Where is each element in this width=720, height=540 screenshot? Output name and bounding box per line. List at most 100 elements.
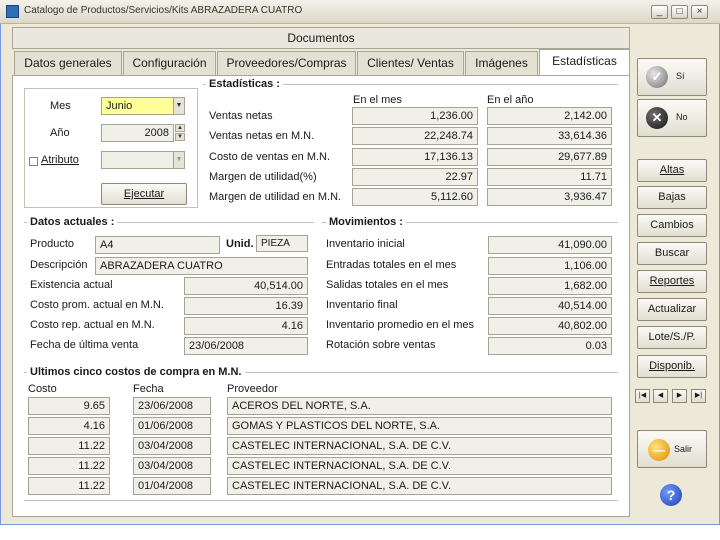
fecha-row-5: 01/04/2008 bbox=[133, 477, 211, 495]
mes-label: Mes bbox=[50, 100, 71, 112]
altas-button[interactable]: Altas bbox=[637, 159, 707, 182]
app-icon bbox=[6, 5, 19, 18]
producto-label: Producto bbox=[30, 238, 75, 250]
documentos-header[interactable]: Documentos bbox=[12, 27, 630, 49]
col-fecha: Fecha bbox=[133, 383, 164, 395]
existencia-field: 40,514.00 bbox=[184, 277, 308, 295]
rotacion-label: Rotación sobre ventas bbox=[326, 339, 436, 351]
margen-pct-mes: 22.97 bbox=[352, 168, 478, 186]
costo-row-5: 11.22 bbox=[28, 477, 110, 495]
close-button[interactable]: × bbox=[691, 5, 708, 19]
entradas-field: 1,106.00 bbox=[488, 257, 612, 275]
margen-mn-mes: 5,112.60 bbox=[352, 188, 478, 206]
mes-dropdown-icon[interactable]: ▼ bbox=[173, 98, 184, 114]
ventas-netas-mn-anio: 33,614.36 bbox=[487, 127, 612, 145]
datos-actuales-title: Datos actuales : bbox=[27, 216, 118, 228]
costo-ventas-anio: 29,677.89 bbox=[487, 148, 612, 166]
entradas-label: Entradas totales en el mes bbox=[326, 259, 457, 271]
margen-pct-anio: 11.71 bbox=[487, 168, 612, 186]
help-icon[interactable]: ? bbox=[660, 484, 682, 506]
rotacion-field: 0.03 bbox=[488, 337, 612, 355]
anio-up-icon[interactable]: ▲ bbox=[175, 124, 185, 132]
tab-configuracion[interactable]: Configuración bbox=[123, 51, 216, 75]
margen-pct-label: Margen de utilidad(%) bbox=[209, 171, 317, 183]
salidas-field: 1,682.00 bbox=[488, 277, 612, 295]
salir-button[interactable]: — Salir bbox=[637, 430, 707, 468]
costo-prom-label: Costo prom. actual en M.N. bbox=[30, 299, 164, 311]
tab-proveedores-compras[interactable]: Proveedores/Compras bbox=[217, 51, 356, 75]
proveedor-row-2: GOMAS Y PLASTICOS DEL NORTE, S.A. bbox=[227, 417, 612, 435]
costo-ventas-label: Costo de ventas en M.N. bbox=[209, 151, 331, 163]
tab-estadisticas[interactable]: Estadísticas bbox=[539, 49, 630, 76]
nav-last-icon[interactable]: ▶| bbox=[691, 389, 706, 403]
margen-mn-label: Margen de utilidad en M.N. bbox=[209, 191, 342, 203]
minimize-button[interactable]: _ bbox=[651, 5, 668, 19]
bajas-button[interactable]: Bajas bbox=[637, 186, 707, 209]
proveedor-row-3: CASTELEC INTERNACIONAL, S.A. DE C.V. bbox=[227, 437, 612, 455]
inventario-inicial-field: 41,090.00 bbox=[488, 236, 612, 254]
costo-rep-field: 4.16 bbox=[184, 317, 308, 335]
reportes-button[interactable]: Reportes bbox=[637, 270, 707, 293]
x-icon: ✕ bbox=[646, 107, 668, 129]
si-button[interactable]: ✓ Sí bbox=[637, 58, 707, 96]
anio-down-icon[interactable]: ▼ bbox=[175, 133, 185, 141]
check-icon: ✓ bbox=[646, 66, 668, 88]
fecha-row-4: 03/04/2008 bbox=[133, 457, 211, 475]
nav-first-icon[interactable]: |◀ bbox=[635, 389, 650, 403]
costo-row-3: 11.22 bbox=[28, 437, 110, 455]
nav-prev-icon[interactable]: ◀ bbox=[653, 389, 668, 403]
salidas-label: Salidas totales en el mes bbox=[326, 279, 449, 291]
costos-title: Ultimos cinco costos de compra en M.N. bbox=[27, 366, 245, 378]
si-label: Sí bbox=[676, 71, 685, 81]
fecha-ultima-venta-field: 23/06/2008 bbox=[184, 337, 308, 355]
cambios-button[interactable]: Cambios bbox=[637, 214, 707, 237]
unidad-field: PIEZA bbox=[256, 235, 308, 252]
costo-rep-label: Costo rep. actual en M.N. bbox=[30, 319, 155, 331]
existencia-label: Existencia actual bbox=[30, 279, 113, 291]
atributo-dropdown-icon[interactable]: ▼ bbox=[173, 152, 184, 168]
tab-imagenes[interactable]: Imágenes bbox=[465, 51, 538, 75]
nav-next-icon[interactable]: ▶ bbox=[672, 389, 687, 403]
ventas-netas-mes: 1,236.00 bbox=[352, 107, 478, 125]
tab-clientes-ventas[interactable]: Clientes/ Ventas bbox=[357, 51, 464, 75]
mes-value: Junio bbox=[106, 100, 133, 112]
ejecutar-button[interactable]: Ejecutar bbox=[101, 183, 187, 205]
anio-input[interactable]: 2008 bbox=[101, 124, 174, 142]
no-button[interactable]: ✕ No bbox=[637, 99, 707, 137]
buscar-button[interactable]: Buscar bbox=[637, 242, 707, 265]
tab-datos-generales[interactable]: Datos generales bbox=[14, 51, 122, 75]
salir-label: Salir bbox=[674, 444, 693, 454]
col-costo: Costo bbox=[28, 383, 57, 395]
exit-icon: — bbox=[648, 439, 670, 461]
inventario-inicial-label: Inventario inicial bbox=[326, 238, 405, 250]
costo-prom-field: 16.39 bbox=[184, 297, 308, 315]
atributo-label: Atributo bbox=[41, 154, 79, 166]
inventario-promedio-field: 40,802.00 bbox=[488, 317, 612, 335]
descripcion-label: Descripción bbox=[30, 259, 88, 271]
inventario-final-field: 40,514.00 bbox=[488, 297, 612, 315]
anio-label: Año bbox=[50, 127, 70, 139]
costo-row-4: 11.22 bbox=[28, 457, 110, 475]
fecha-row-3: 03/04/2008 bbox=[133, 437, 211, 455]
costo-ventas-mes: 17,136.13 bbox=[352, 148, 478, 166]
ventas-netas-anio: 2,142.00 bbox=[487, 107, 612, 125]
actualizar-button[interactable]: Actualizar bbox=[637, 298, 707, 321]
proveedor-row-1: ACEROS DEL NORTE, S.A. bbox=[227, 397, 612, 415]
ventas-netas-label: Ventas netas bbox=[209, 110, 273, 122]
descripcion-field: ABRAZADERA CUATRO bbox=[95, 257, 308, 275]
maximize-button[interactable]: □ bbox=[671, 5, 688, 19]
producto-field: A4 bbox=[95, 236, 220, 254]
lote-button[interactable]: Lote/S./P. bbox=[637, 326, 707, 349]
proveedor-row-5: CASTELEC INTERNACIONAL, S.A. DE C.V. bbox=[227, 477, 612, 495]
disponib-button[interactable]: Disponib. bbox=[637, 355, 707, 378]
atributo-checkbox[interactable] bbox=[29, 157, 38, 166]
proveedor-row-4: CASTELEC INTERNACIONAL, S.A. DE C.V. bbox=[227, 457, 612, 475]
fecha-row-2: 01/06/2008 bbox=[133, 417, 211, 435]
no-label: No bbox=[676, 112, 688, 122]
margen-mn-anio: 3,936.47 bbox=[487, 188, 612, 206]
col-proveedor: Proveedor bbox=[227, 383, 278, 395]
col-en-el-anio: En el año bbox=[487, 94, 534, 106]
inventario-promedio-label: Inventario promedio en el mes bbox=[326, 319, 474, 331]
inventario-final-label: Inventario final bbox=[326, 299, 398, 311]
movimientos-title: Movimientos : bbox=[326, 216, 406, 228]
